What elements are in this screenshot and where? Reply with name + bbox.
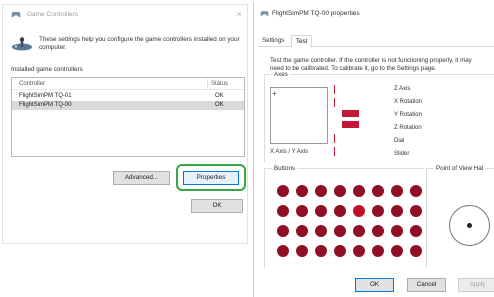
joystick-button-indicator xyxy=(391,245,403,257)
axes-label: Axes xyxy=(272,71,290,78)
close-icon[interactable]: × xyxy=(237,9,242,19)
pov-center-dot xyxy=(467,223,472,228)
ok-button[interactable]: OK xyxy=(191,199,243,213)
ok-button[interactable]: OK xyxy=(355,278,394,292)
z-axis-indicator xyxy=(334,85,335,94)
pov-hat-label: Point of View Hat xyxy=(434,165,486,172)
joystick-button-indicator xyxy=(277,205,289,217)
controller-name: FlightSimPM TQ-01 xyxy=(19,93,72,99)
z-rotation-bar xyxy=(342,121,359,128)
controller-row[interactable]: FlightSimPM TQ-01 OK xyxy=(12,92,244,101)
controller-properties-window: FlightSimPM TQ-00 properties Settings Te… xyxy=(253,2,494,297)
joystick-button-indicator xyxy=(315,225,327,237)
pov-hat-group: Point of View Hat xyxy=(426,165,494,268)
apply-button: Apply xyxy=(458,278,494,292)
joystick-button-indicator xyxy=(410,205,422,217)
gamepad-icon xyxy=(11,12,21,18)
pov-hat-indicator xyxy=(449,205,490,246)
test-description: Test the game controller. If the control… xyxy=(270,57,494,73)
y-rotation-bar xyxy=(342,110,359,117)
axis-name-y-rotation: Y Rotation xyxy=(394,112,422,118)
title-bar: FlightSimPM TQ-00 properties xyxy=(254,2,494,24)
joystick-button-indicator xyxy=(410,245,422,257)
joystick-button-indicator xyxy=(372,185,384,197)
installed-controllers-label: Installed game controllers xyxy=(11,66,83,73)
tab-test[interactable]: Test xyxy=(291,35,313,48)
joystick-button-indicator xyxy=(315,205,327,217)
xy-axis-display: + xyxy=(270,87,328,144)
joystick-button-indicator xyxy=(353,225,365,237)
cancel-button[interactable]: Cancel xyxy=(407,278,446,292)
game-controllers-window: Game Controllers × These settings help y… xyxy=(2,4,248,244)
properties-highlight: Properties xyxy=(176,164,246,191)
joystick-button-indicator xyxy=(372,225,384,237)
window-title: FlightSimPM TQ-00 properties xyxy=(272,10,360,17)
joystick-button-indicator xyxy=(391,185,403,197)
joystick-button-indicator xyxy=(353,245,365,257)
axis-name-slider: Slider xyxy=(394,151,410,157)
dial-indicator xyxy=(334,134,335,143)
joystick-button-indicator xyxy=(391,225,403,237)
joystick-button-indicator xyxy=(353,205,365,217)
controller-name: FlightSimPM TQ-00 xyxy=(19,102,72,108)
axis-name-z-axis: Z Axis xyxy=(394,86,411,92)
axis-name-z-rotation: Z Rotation xyxy=(394,125,422,131)
controller-row-selected[interactable]: FlightSimPM TQ-00 OK xyxy=(12,101,244,110)
controller-status: OK xyxy=(215,93,224,99)
column-divider[interactable] xyxy=(207,79,208,89)
tab-settings[interactable]: Settings xyxy=(258,35,288,47)
joystick-button-indicator xyxy=(410,185,422,197)
joystick-button-indicator xyxy=(353,185,365,197)
joystick-button-indicator xyxy=(334,225,346,237)
joystick-button-indicator xyxy=(296,185,308,197)
joystick-button-indicator xyxy=(296,225,308,237)
slider-indicator xyxy=(334,147,335,156)
header: These settings help you configure the ga… xyxy=(11,35,247,57)
x-rotation-indicator xyxy=(334,98,335,107)
axis-name-x-rotation: X Rotation xyxy=(394,99,423,105)
joystick-button-indicator xyxy=(296,245,308,257)
crosshair-icon: + xyxy=(272,89,277,98)
properties-button[interactable]: Properties xyxy=(183,171,239,185)
axis-name-dial: Dial xyxy=(394,138,405,144)
buttons-label: Buttons xyxy=(272,165,297,172)
list-header: Controller Status xyxy=(12,78,244,90)
xy-axis-label: X Axis / Y Axis xyxy=(270,149,309,155)
joystick-button-indicator xyxy=(391,205,403,217)
joystick-button-indicator xyxy=(315,185,327,197)
joystick-button-indicator xyxy=(277,185,289,197)
joystick-button-indicator xyxy=(296,205,308,217)
joystick-icon xyxy=(12,37,32,51)
joystick-button-indicator xyxy=(334,185,346,197)
joystick-button-indicator xyxy=(334,245,346,257)
tab-bar: Settings Test xyxy=(258,35,494,48)
joystick-button-indicator xyxy=(277,225,289,237)
title-bar: Game Controllers × xyxy=(3,5,247,25)
advanced-button[interactable]: Advanced... xyxy=(113,171,170,185)
column-header-controller[interactable]: Controller xyxy=(19,81,45,87)
joystick-button-indicator xyxy=(372,205,384,217)
joystick-button-indicator xyxy=(315,245,327,257)
buttons-group: Buttons xyxy=(264,165,424,268)
description-line: need to be calibrated. To calibrate it, … xyxy=(270,65,437,72)
joystick-button-indicator xyxy=(372,245,384,257)
gamepad-icon xyxy=(260,11,269,16)
axes-group: Axes + X Axis / Y Axis Z Axis X Rotation… xyxy=(264,71,494,162)
header-text: These settings help you configure the ga… xyxy=(39,36,240,51)
controllers-list[interactable]: Controller Status FlightSimPM TQ-01 OK F… xyxy=(11,77,245,157)
joystick-button-indicator xyxy=(410,225,422,237)
column-header-status[interactable]: Status xyxy=(211,81,228,87)
window-title: Game Controllers xyxy=(27,11,78,18)
joystick-button-indicator xyxy=(277,245,289,257)
description-line: Test the game controller. If the control… xyxy=(270,57,472,64)
joystick-button-indicator xyxy=(334,205,346,217)
controller-status: OK xyxy=(215,102,224,108)
